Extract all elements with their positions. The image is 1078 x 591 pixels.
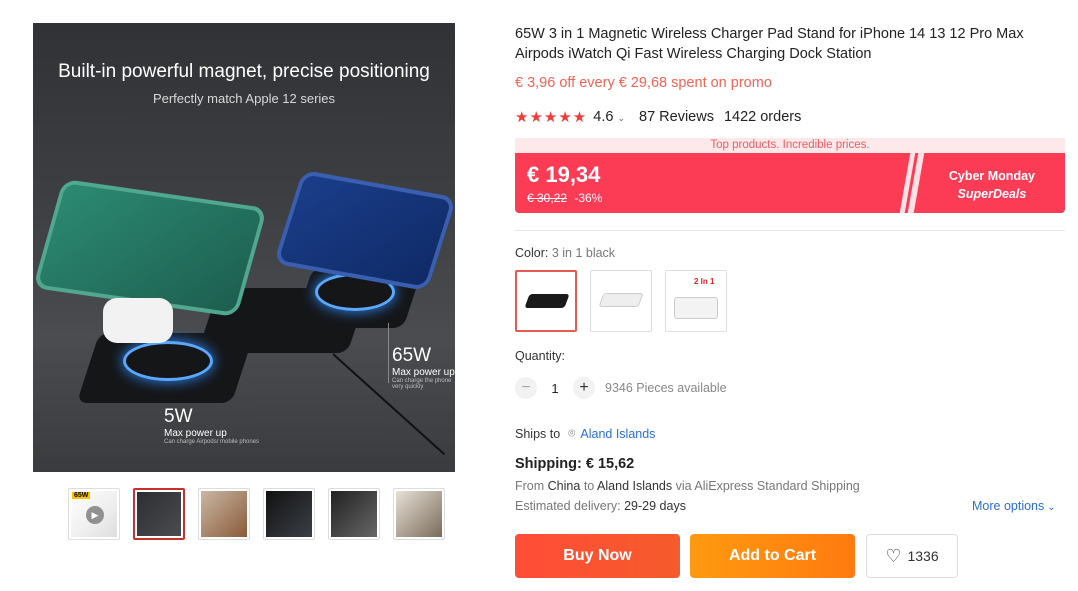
quantity-stepper: − 1 + 9346 Pieces available (515, 377, 727, 399)
ships-to-label: Ships to (515, 426, 561, 441)
label-65w-note: Can charge the phone very quickly (392, 378, 452, 390)
label-5w-sub: Max power up (164, 428, 227, 439)
thumbnail-6[interactable] (393, 488, 445, 540)
label-5w-note: Can charge Airpods/ mobile phones (164, 439, 260, 445)
ships-to-row: Ships to ⌾ Aland Islands (515, 426, 655, 441)
swatch-3in1-white[interactable] (590, 270, 652, 332)
ships-to-destination-link[interactable]: Aland Islands (580, 427, 655, 441)
divider (515, 230, 1065, 231)
image-headline: Built-in powerful magnet, precise positi… (58, 61, 430, 82)
wishlist-button[interactable]: ♡ 1336 (866, 534, 958, 578)
green-phone-image (33, 178, 268, 318)
charging-glow-left (123, 341, 213, 381)
color-label-text: Color: (515, 246, 549, 260)
more-options-label: More options (972, 499, 1045, 513)
swatch-3in1-black[interactable] (515, 270, 577, 332)
promo-text[interactable]: € 3,96 off every € 29,68 spent on promo (515, 75, 772, 91)
from-destination: Aland Islands (597, 479, 673, 493)
from-prefix: From (515, 479, 545, 493)
thumbnail-5[interactable] (328, 488, 380, 540)
quantity-value[interactable]: 1 (537, 381, 573, 396)
chevron-down-icon: ⌄ (1047, 502, 1056, 513)
color-label: Color: 3 in 1 black (515, 246, 615, 260)
thumbnail-4[interactable] (263, 488, 315, 540)
color-swatches: 2 In 1 (515, 270, 727, 332)
quantity-increase-button[interactable]: + (573, 377, 595, 399)
event-title: Cyber Monday (948, 169, 1035, 183)
original-price: € 30,22 (527, 191, 568, 205)
swatch-2in1[interactable]: 2 In 1 (665, 270, 727, 332)
discount-percent: -36% (574, 191, 603, 205)
original-price-row: € 30,22 -36% (527, 191, 602, 205)
thumbnail-strip: 65W ▶ (68, 488, 445, 540)
location-pin-icon: ⌾ (568, 426, 576, 440)
play-icon: ▶ (86, 506, 104, 524)
est-value: 29-29 days (624, 499, 686, 513)
blue-phone-image (273, 169, 455, 292)
swatch-2in1-tag: 2 In 1 (694, 277, 715, 286)
label-65w: 65W Max power up Can charge the phone ve… (388, 323, 455, 390)
airpods-case-image (103, 298, 173, 343)
estimated-delivery: Estimated delivery: 29-29 days (515, 499, 686, 513)
thumbnail-tag: 65W (72, 492, 91, 499)
from-origin: China (547, 479, 581, 493)
add-to-cart-button[interactable]: Add to Cart (690, 534, 855, 578)
quantity-label: Quantity: (515, 349, 566, 363)
shipping-from: From China to Aland Islands via AliExpre… (515, 479, 860, 493)
label-65w-sub: Max power up (392, 367, 455, 378)
thumbnail-2[interactable] (133, 488, 185, 540)
label-5w: 5W Max power up Can charge Airpods/ mobi… (164, 406, 259, 445)
shipping-cost: Shipping: € 15,62 (515, 456, 635, 472)
heart-icon: ♡ (885, 545, 902, 566)
rating-value: 4.6 (593, 109, 614, 125)
color-selected-value: 3 in 1 black (551, 246, 616, 260)
wishlist-count: 1336 (907, 548, 939, 564)
from-via: via AliExpress Standard Shipping (675, 479, 860, 493)
quantity-decrease-button[interactable]: − (515, 377, 537, 399)
pieces-available: 9346 Pieces available (605, 381, 727, 395)
main-product-image[interactable]: Built-in powerful magnet, precise positi… (33, 23, 455, 472)
product-title: 65W 3 in 1 Magnetic Wireless Charger Pad… (515, 26, 1024, 62)
rating-row: ★★★★★ 4.6 ⌄ 87 Reviews 1422 orders (515, 108, 801, 126)
price-banner: Top products. Incredible prices. (515, 138, 1065, 153)
reviews-link[interactable]: 87 Reviews (639, 109, 714, 125)
orders-count: 1422 orders (723, 109, 802, 125)
thumbnail-1[interactable]: 65W ▶ (68, 488, 120, 540)
rating-score[interactable]: 4.6 ⌄ (593, 109, 625, 125)
star-rating-icon: ★★★★★ (515, 109, 588, 126)
current-price: € 19,34 (527, 162, 601, 187)
price-box: € 19,34 € 30,22 -36% Cyber Monday SuperD… (515, 153, 1065, 213)
from-to: to (583, 479, 595, 493)
label-65w-value: 65W (392, 345, 432, 366)
chevron-down-icon: ⌄ (617, 113, 625, 123)
image-subline: Perfectly match Apple 12 series (152, 91, 336, 106)
buy-now-button[interactable]: Buy Now (515, 534, 680, 578)
event-subtitle: SuperDeals (957, 187, 1027, 201)
event-badge: Cyber Monday SuperDeals (949, 167, 1035, 203)
thumbnail-3[interactable] (198, 488, 250, 540)
label-5w-value: 5W (164, 406, 193, 427)
est-label: Estimated delivery: (515, 499, 621, 513)
more-options-link[interactable]: More options ⌄ (972, 499, 1056, 513)
